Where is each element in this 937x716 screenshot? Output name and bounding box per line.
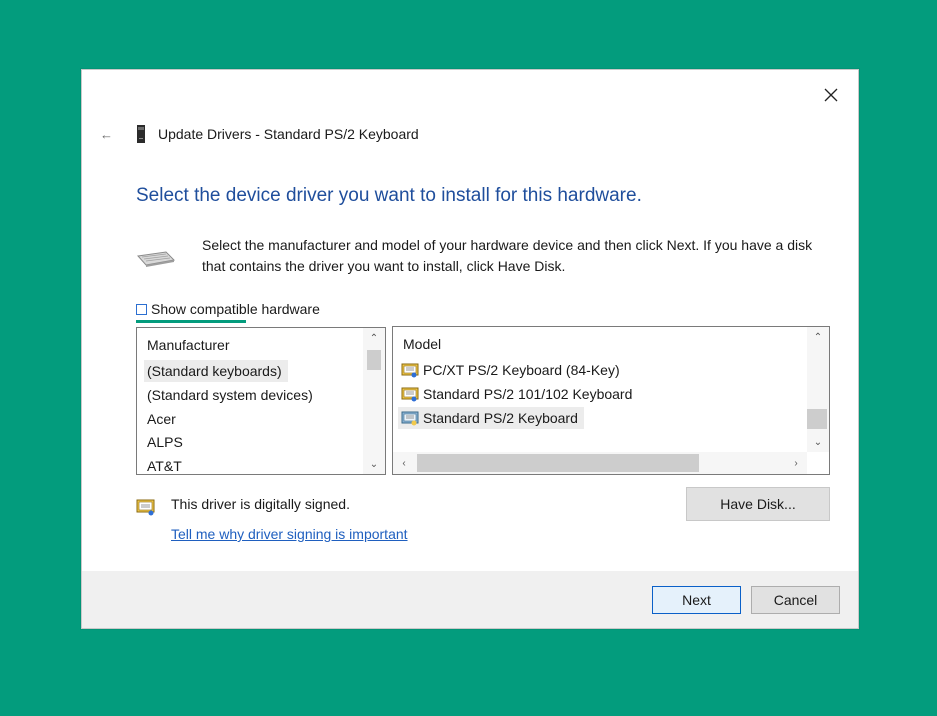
update-drivers-dialog: ← Update Drivers - Standard PS/2 Keyboar… [81,69,859,629]
driver-certificate-icon [401,363,419,378]
chevron-right-icon[interactable]: › [785,453,807,473]
signed-driver-icon [136,499,155,516]
manufacturer-item[interactable]: ALPS [144,431,189,453]
manufacturer-scrollbar[interactable]: ⌃ ⌄ [363,328,385,474]
manufacturer-item[interactable]: Acer [144,408,182,430]
driver-certificate-icon [401,387,419,402]
close-icon[interactable] [824,88,838,102]
back-arrow-icon[interactable]: ← [100,127,116,142]
model-label: Standard PS/2 Keyboard [423,410,578,426]
instructions-text: Select the manufacturer and model of you… [202,237,813,274]
model-list[interactable]: Model PC/XT PS/2 Keyboard (84-Key) Stand… [392,326,830,475]
model-item[interactable]: Standard PS/2 Keyboard [398,407,584,429]
checkbox-box[interactable] [136,303,147,315]
manufacturer-item[interactable]: (Standard system devices) [144,384,319,406]
chevron-left-icon[interactable]: ‹ [393,453,415,473]
signed-status-text: This driver is digitally signed. [171,496,350,512]
driver-signing-link[interactable]: Tell me why driver signing is important [171,526,408,542]
cancel-button[interactable]: Cancel [751,586,840,614]
chevron-down-icon[interactable]: ⌄ [363,454,385,474]
show-compatible-checkbox[interactable]: Show compatible hardware [136,301,320,317]
model-label: Standard PS/2 101/102 Keyboard [423,386,633,402]
model-header: Model [403,336,442,352]
scrollbar-thumb[interactable] [807,409,827,429]
close-button[interactable] [820,84,842,106]
model-item[interactable]: PC/XT PS/2 Keyboard (84-Key) [398,359,626,381]
driver-certificate-icon [401,411,419,426]
next-button[interactable]: Next [652,586,741,614]
manufacturer-header: Manufacturer [147,337,230,353]
model-item[interactable]: Standard PS/2 101/102 Keyboard [398,383,638,405]
window-title: Update Drivers - Standard PS/2 Keyboard [158,126,419,142]
chevron-down-icon[interactable]: ⌄ [807,432,829,452]
scrollbar-thumb[interactable] [417,454,699,472]
manufacturer-item[interactable]: (Standard keyboards) [144,360,288,382]
manufacturer-list[interactable]: Manufacturer (Standard keyboards) (Stand… [136,327,386,475]
have-disk-button[interactable]: Have Disk... [686,487,830,521]
focus-indicator [136,320,246,323]
model-horizontal-scrollbar[interactable]: ‹ › [393,452,807,474]
scrollbar-thumb[interactable] [367,350,381,370]
show-compatible-label[interactable]: Show compatible hardware [151,301,320,317]
dialog-footer: Next Cancel [82,571,858,628]
model-vertical-scrollbar[interactable]: ⌃ ⌄ [807,327,829,452]
manufacturer-item[interactable]: AT&T [144,455,188,474]
page-heading: Select the device driver you want to ins… [136,185,642,206]
chevron-up-icon[interactable]: ⌃ [363,328,385,348]
keyboard-hardware-icon [137,251,176,267]
chevron-up-icon[interactable]: ⌃ [807,327,829,347]
title-bar: ← Update Drivers - Standard PS/2 Keyboar… [100,124,419,144]
model-label: PC/XT PS/2 Keyboard (84-Key) [423,362,620,378]
keyboard-device-icon [137,125,145,143]
